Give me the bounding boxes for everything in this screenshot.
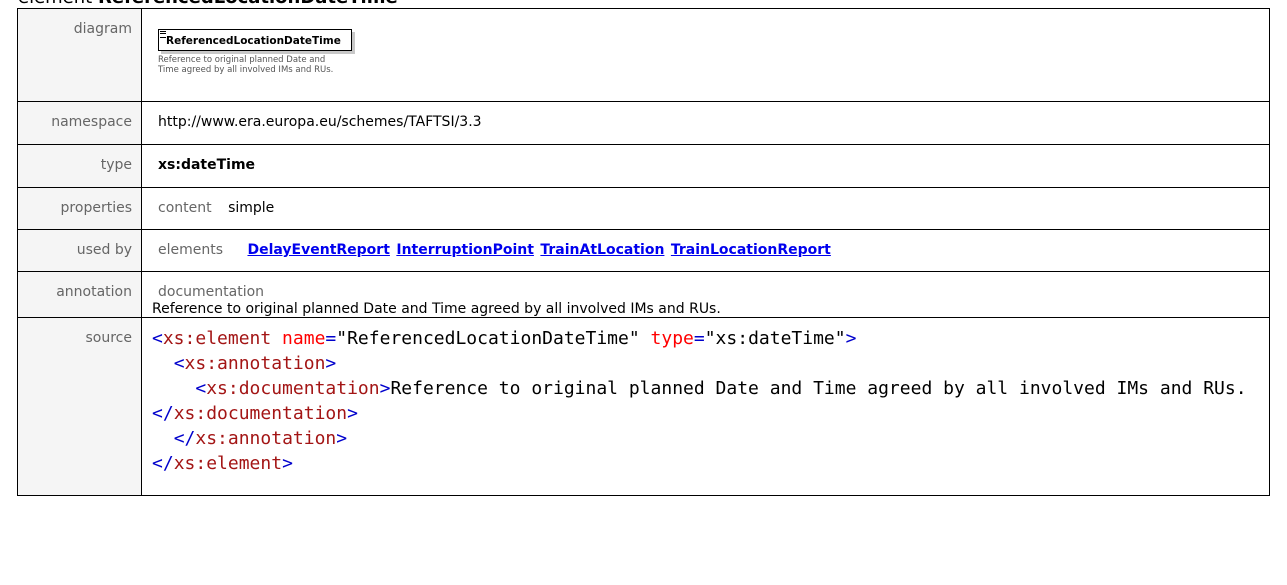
type-row: type xs:dateTime [17,144,1270,188]
src-gt: > [347,403,358,424]
diagram-row: diagram ReferencedLocationDateTime Refer… [17,8,1270,102]
src-tag: xs:annotation [195,428,337,449]
namespace-value: http://www.era.europa.eu/schemes/TAFTSI/… [141,101,1270,145]
source-row: source <xs:element name="ReferencedLocat… [17,317,1270,496]
type-value: xs:dateTime [141,144,1270,188]
page-title-name: ReferencedLocationDateTime [98,0,398,8]
src-gt: > [325,353,337,374]
source-label: source [17,317,142,496]
type-label: type [17,144,142,188]
src-lt: < [195,378,207,399]
diagram-label: diagram [17,8,142,102]
src-text: Reference to original planned Date and T… [390,378,1258,399]
used-by-row: used by elements DelayEventReport Interr… [17,229,1270,272]
src-lt-slash: </ [152,403,174,424]
src-eq: = [325,328,337,349]
properties-label: properties [17,187,142,230]
properties-row: properties content simple [17,187,1270,230]
src-tag: xs:element [173,453,283,474]
src-lt: < [173,353,185,374]
src-tag: xs:documentation [173,403,348,424]
src-gt: > [336,428,348,449]
diagram-element-box[interactable]: ReferencedLocationDateTime [158,29,352,51]
diagram-documentation: Reference to original planned Date and T… [158,55,334,75]
source-code: <xs:element name="ReferencedLocationDate… [142,318,1252,476]
used-by-link-train-location-report[interactable]: TrainLocationReport [671,242,831,258]
namespace-row: namespace http://www.era.europa.eu/schem… [17,101,1270,145]
src-attr: type [639,328,694,349]
src-gt: > [379,378,391,399]
properties-key: content [158,200,212,216]
source-cell: <xs:element name="ReferencedLocationDate… [141,317,1270,496]
src-lt-slash: </ [152,453,174,474]
used-by-link-interruption-point[interactable]: InterruptionPoint [396,242,534,258]
src-val: "ReferencedLocationDateTime" [336,328,640,349]
src-gt: > [845,328,857,349]
src-lt-slash: </ [173,428,196,449]
element-properties-table: diagram ReferencedLocationDateTime Refer… [17,8,1270,496]
src-tag: xs:element [162,328,272,349]
src-tag: xs:documentation [206,378,380,399]
element-icon [160,31,166,38]
src-attr: name [271,328,326,349]
src-tag: xs:annotation [184,353,326,374]
used-by-link-train-at-location[interactable]: TrainAtLocation [540,242,664,258]
properties-cell: content simple [141,187,1270,230]
annotation-row: annotation documentation Reference to or… [17,271,1270,318]
page-title-prefix: element [18,0,92,8]
src-gt: > [282,453,293,474]
annotation-label: annotation [17,271,142,318]
src-eq: = [693,328,705,349]
used-by-cell: elements DelayEventReport InterruptionPo… [141,229,1270,272]
used-by-label: used by [17,229,142,272]
src-val: "xs:dateTime" [704,328,846,349]
properties-value: simple [228,200,275,216]
annotation-text: Reference to original planned Date and T… [152,301,721,317]
diagram-element-name: ReferencedLocationDateTime [166,35,341,47]
used-by-link-delay-event-report[interactable]: DelayEventReport [247,242,389,258]
used-by-key: elements [158,242,224,258]
diagram-cell: ReferencedLocationDateTime Reference to … [141,8,1270,102]
annotation-cell: documentation Reference to original plan… [141,271,1270,318]
src-lt: < [152,328,163,349]
page-title: element ReferencedLocationDateTime [18,0,398,8]
annotation-key: documentation [158,284,265,300]
namespace-label: namespace [17,101,142,145]
